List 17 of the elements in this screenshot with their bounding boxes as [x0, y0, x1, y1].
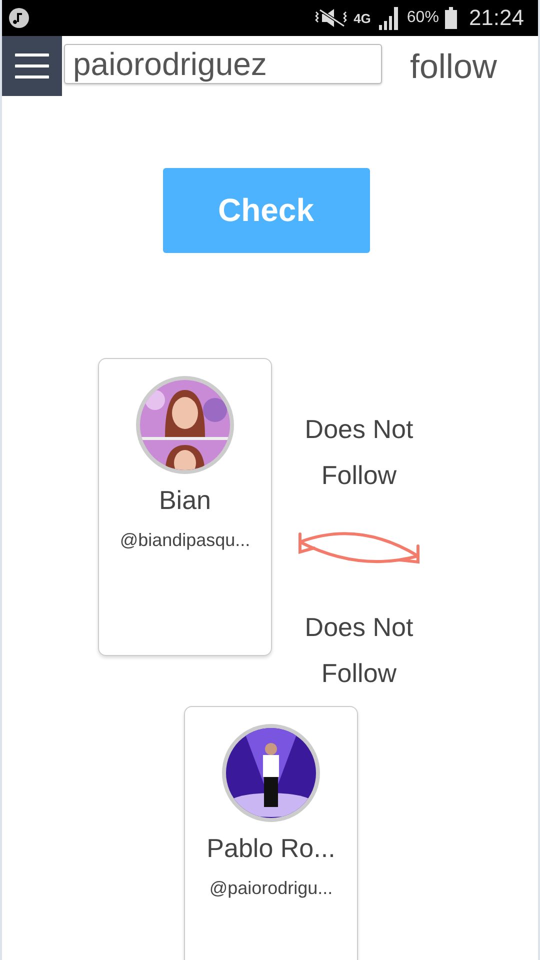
user-handle: @biandipasqu...: [120, 530, 250, 551]
music-icon: [8, 7, 30, 29]
clock-time: 21:24: [468, 5, 524, 31]
mute-vibrate-icon: [314, 8, 348, 28]
signal-icon: [376, 6, 401, 30]
menu-button[interactable]: [2, 36, 62, 96]
network-type-label: 4G: [354, 10, 371, 26]
battery-percent: 60%: [406, 9, 439, 27]
menu-icon: [15, 52, 49, 80]
user-handle: @paiorodrigu...: [209, 878, 333, 899]
user-name: Bian: [158, 485, 212, 516]
battery-icon: [444, 7, 457, 29]
user-name: Pablo Ro...: [206, 833, 336, 864]
username-field[interactable]: paiorodriguez: [64, 44, 382, 84]
follow-mode-label[interactable]: follow: [410, 48, 497, 87]
follow-status: Does Not Follow: [304, 611, 414, 690]
follow-status: Does Not Follow: [304, 413, 414, 492]
